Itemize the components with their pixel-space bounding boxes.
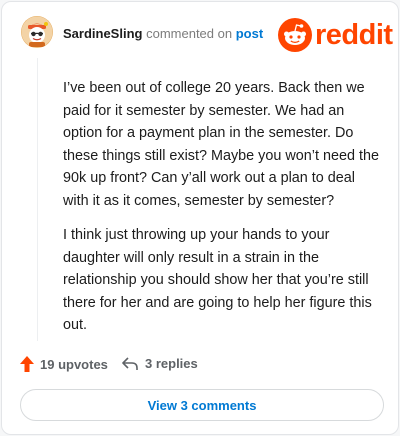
comment-card: SardineSling commented on post reddit I’…	[1, 1, 399, 435]
comment-paragraph: I think just throwing up your hands to y…	[63, 227, 372, 333]
comment-meta: SardineSling commented on post	[63, 26, 263, 42]
reply-count: 3 replies	[145, 356, 198, 371]
upvote-arrow-icon	[20, 356, 34, 372]
action-text: commented on	[146, 26, 233, 41]
comment-paragraph: I’ve been out of college 20 years. Back …	[63, 80, 379, 209]
username-link[interactable]: SardineSling	[63, 26, 142, 41]
snoo-avatar-icon	[21, 16, 53, 48]
upvote-button[interactable]: 19 upvotes	[20, 356, 108, 372]
comment-footer: 19 upvotes 3 replies	[2, 354, 398, 378]
view-comments-button[interactable]: View 3 comments	[20, 389, 384, 421]
user-avatar[interactable]	[21, 16, 53, 48]
reddit-snoo-icon	[278, 18, 312, 52]
replies-button[interactable]: 3 replies	[122, 356, 198, 371]
comment-header: SardineSling commented on post reddit	[2, 2, 398, 68]
reddit-wordmark: reddit	[315, 19, 393, 51]
comment-body: I’ve been out of college 20 years. Back …	[63, 77, 383, 349]
reddit-logo[interactable]: reddit	[278, 18, 393, 52]
post-link[interactable]: post	[236, 26, 263, 41]
view-comments-label: View 3 comments	[147, 397, 257, 413]
reply-arrow-icon	[122, 356, 138, 370]
upvote-count: 19 upvotes	[40, 356, 108, 372]
thread-line	[37, 58, 38, 341]
